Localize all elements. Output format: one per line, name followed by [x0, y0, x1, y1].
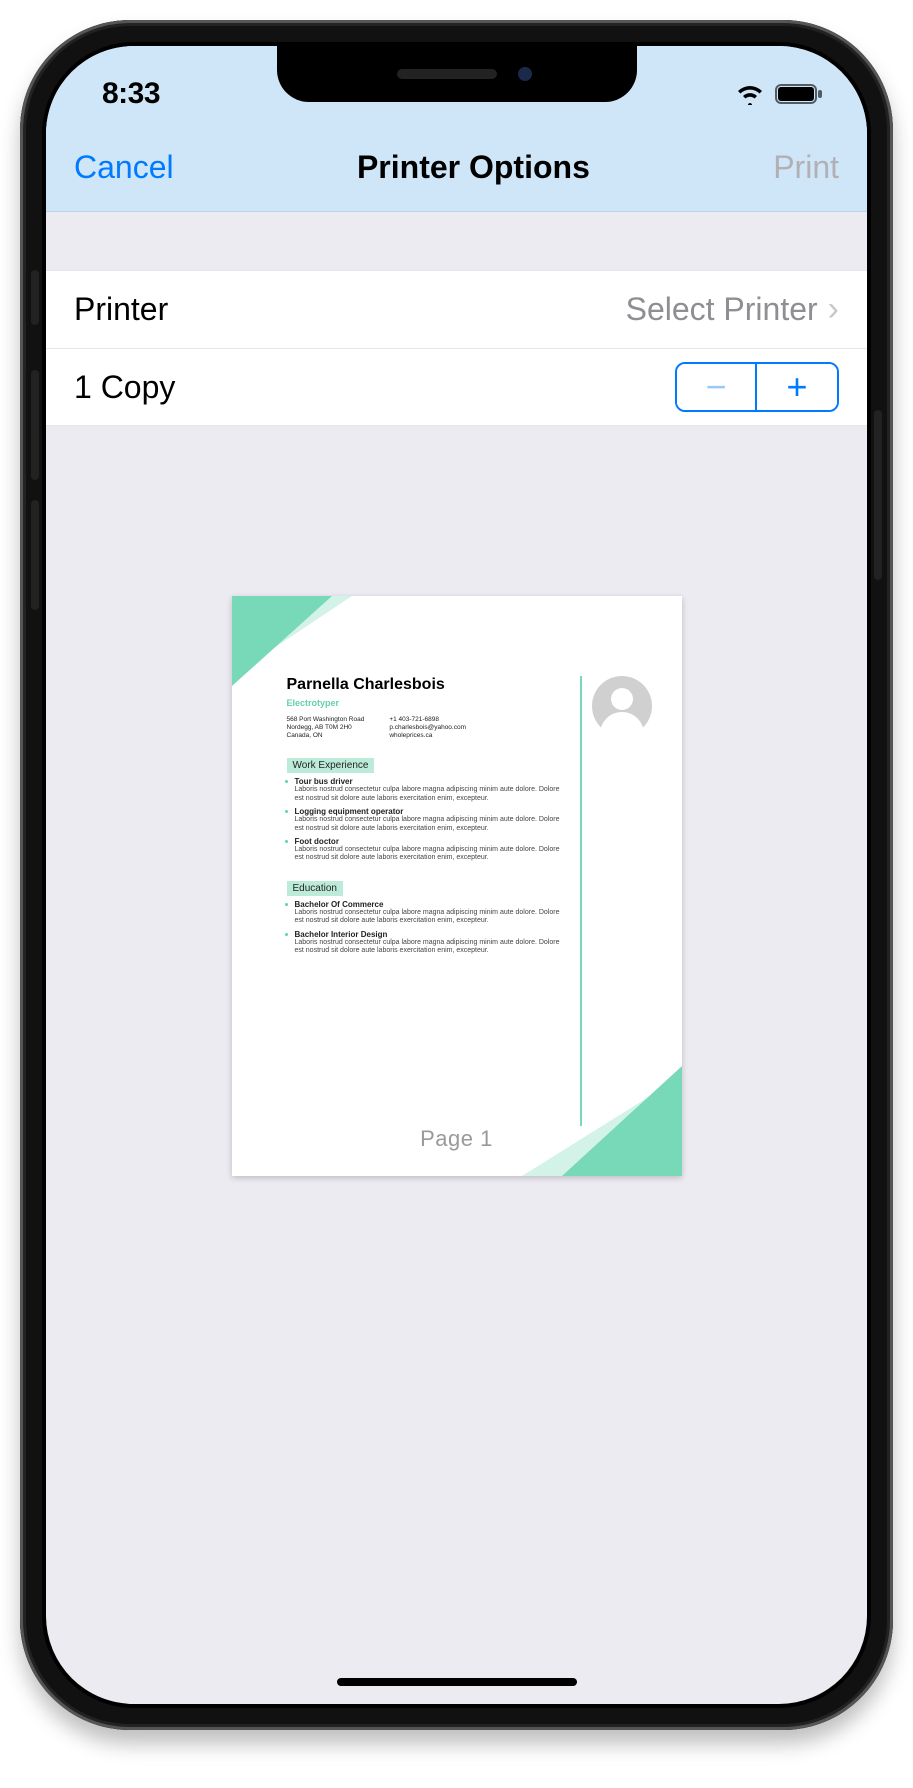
work-entry: Tour bus driver Laboris nostrud consecte… [287, 777, 567, 803]
copies-label: 1 Copy [74, 369, 175, 406]
printer-row[interactable]: Printer Select Printer › [46, 270, 867, 348]
cancel-button[interactable]: Cancel [74, 149, 174, 186]
status-time: 8:33 [102, 77, 160, 111]
volume-up-button [31, 370, 39, 480]
speaker-grill [397, 69, 497, 79]
copies-row: 1 Copy − + [46, 348, 867, 426]
screen: 8:33 Cancel Printer Options Print [46, 46, 867, 1704]
phone-frame: 8:33 Cancel Printer Options Print [20, 20, 893, 1730]
printer-value: Select Printer › [626, 290, 839, 329]
work-heading: Work Experience [287, 758, 375, 773]
decor-triangle [232, 596, 332, 686]
power-button [874, 410, 882, 580]
work-entry: Logging equipment operator Laboris nostr… [287, 807, 567, 833]
resume-links: +1 403-721-6898 p.charlesbois@yahoo.com … [389, 716, 466, 740]
notch [277, 46, 637, 102]
printer-value-text: Select Printer [626, 291, 818, 328]
increment-button[interactable]: + [757, 364, 837, 410]
edu-entry: Bachelor Interior Design Laboris nostrud… [287, 930, 567, 956]
printer-settings: Printer Select Printer › 1 Copy − + [46, 270, 867, 426]
chevron-right-icon: › [828, 290, 839, 329]
page-title: Printer Options [357, 149, 590, 186]
resume-name: Parnella Charlesbois [287, 676, 627, 694]
resume-contact: 568 Port Washington Road Nordegg, AB T0M… [287, 716, 627, 740]
print-preview[interactable]: Parnella Charlesbois Electrotyper 568 Po… [46, 426, 867, 1176]
home-indicator[interactable] [337, 1678, 577, 1686]
work-entry: Foot doctor Laboris nostrud consectetur … [287, 837, 567, 863]
edu-entry: Bachelor Of Commerce Laboris nostrud con… [287, 900, 567, 926]
status-icons [735, 83, 823, 105]
navbar: Cancel Printer Options Print [46, 124, 867, 212]
resume-role: Electrotyper [287, 698, 627, 708]
edu-heading: Education [287, 881, 343, 896]
print-button[interactable]: Print [773, 149, 839, 186]
printer-label: Printer [74, 291, 168, 328]
mute-switch [31, 270, 39, 325]
resume-edu-section: Education Bachelor Of Commerce Laboris n… [287, 881, 627, 956]
preview-page: Parnella Charlesbois Electrotyper 568 Po… [232, 596, 682, 1176]
copies-stepper: − + [675, 362, 839, 412]
resume-content: Parnella Charlesbois Electrotyper 568 Po… [287, 676, 627, 955]
wifi-icon [735, 83, 765, 105]
avatar-placeholder-icon [592, 676, 652, 736]
volume-down-button [31, 500, 39, 610]
front-camera [518, 67, 532, 81]
resume-work-section: Work Experience Tour bus driver Laboris … [287, 758, 627, 862]
page-number: Page 1 [232, 1126, 682, 1152]
phone-bezel: 8:33 Cancel Printer Options Print [42, 42, 871, 1708]
resume-address: 568 Port Washington Road Nordegg, AB T0M… [287, 716, 365, 740]
battery-icon [775, 83, 823, 105]
decrement-button[interactable]: − [677, 364, 757, 410]
